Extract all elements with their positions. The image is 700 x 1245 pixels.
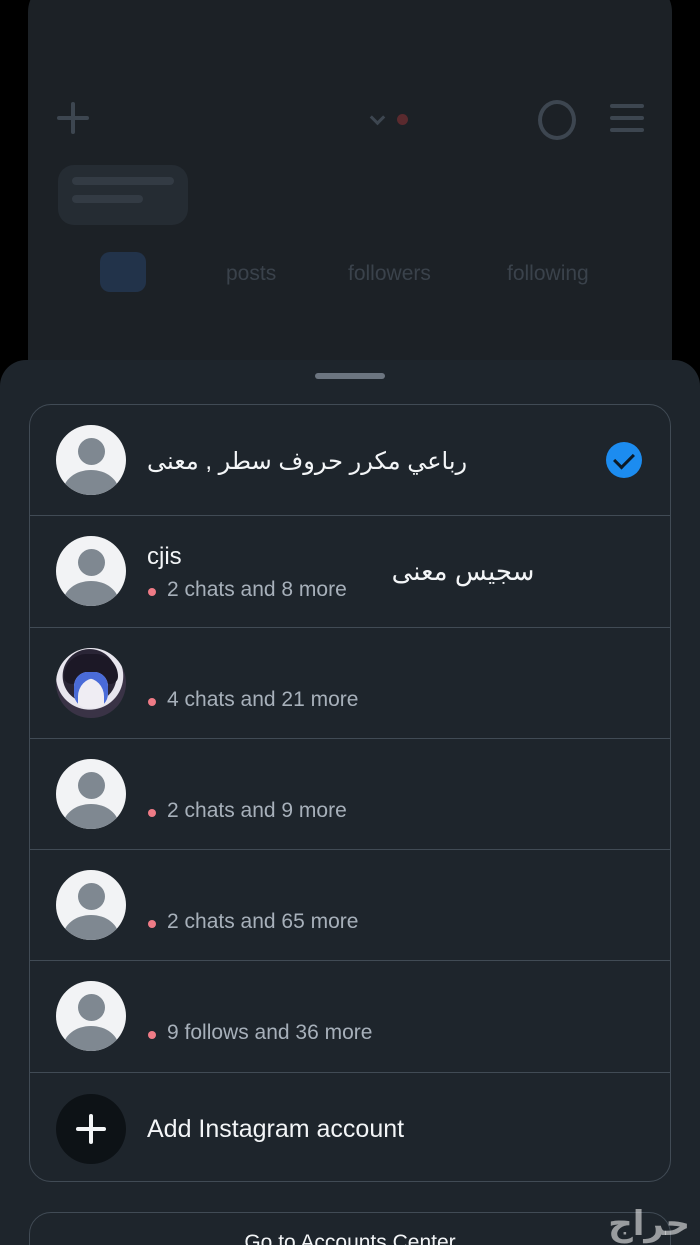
watermark-logo: حراج [608,1204,690,1244]
add-account-label: Add Instagram account [147,1114,405,1143]
account-row[interactable]: cjis 2 chats and 8 more سجيس معنى [30,516,670,628]
account-row[interactable]: 4 chats and 21 more [30,628,670,739]
photo-avatar [56,647,126,718]
screen: posts followers following رباعي مكرر حرو… [0,0,700,1245]
account-activity: 2 chats and 8 more [147,578,347,602]
profile-avatar [100,252,146,292]
notification-dot [397,114,408,125]
create-plus-icon [55,100,91,136]
annotation-text: سجيس معنى [391,556,535,587]
account-switcher-sheet: رباعي مكرر حروف سطر , معنى cjis 2 chats … [0,360,700,1245]
add-account-button[interactable]: Add Instagram account [30,1073,670,1181]
menu-icon [610,104,646,134]
default-avatar-icon [56,425,126,495]
account-activity: 4 chats and 21 more [147,688,358,712]
account-list: رباعي مكرر حروف سطر , معنى cjis 2 chats … [29,404,671,1182]
plus-icon [56,1093,126,1164]
account-row[interactable]: 9 follows and 36 more [30,961,670,1073]
profile-note [58,165,188,225]
account-row[interactable]: 2 chats and 65 more [30,850,670,962]
default-avatar-icon [56,758,126,829]
stat-following-label: following [507,262,589,285]
default-avatar-icon [56,536,126,607]
account-activity: 2 chats and 65 more [147,910,358,934]
stat-posts-label: posts [226,262,277,285]
account-name: رباعي مكرر حروف سطر , معنى [147,448,468,475]
default-avatar-icon [56,870,126,941]
checkmark-selected-icon [606,442,642,478]
account-name: cjis [147,543,182,571]
threads-icon [538,100,576,140]
account-row[interactable]: 2 chats and 9 more [30,739,670,851]
default-avatar-icon [56,981,126,1052]
sheet-drag-handle[interactable] [315,373,385,379]
account-activity: 9 follows and 36 more [147,1021,372,1045]
stat-followers-label: followers [348,262,431,285]
account-activity: 2 chats and 9 more [147,799,347,823]
account-row[interactable]: رباعي مكرر حروف سطر , معنى [30,405,670,517]
